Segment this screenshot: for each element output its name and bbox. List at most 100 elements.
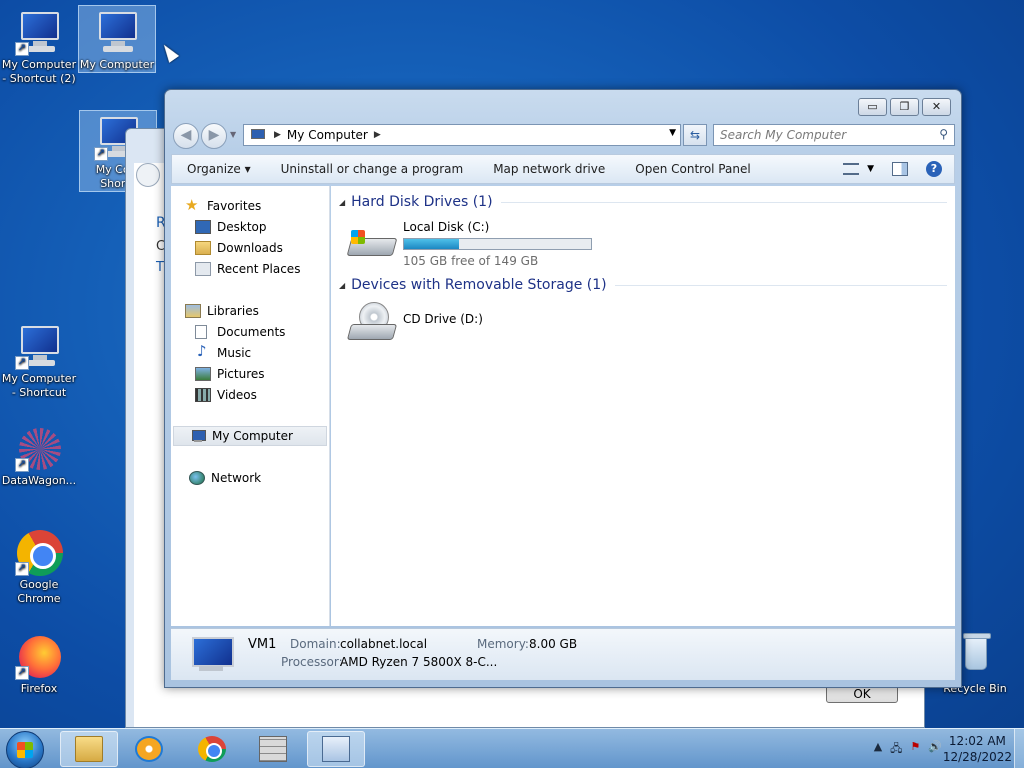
view-options-icon	[843, 163, 860, 175]
processor-value: AMD Ryzen 7 5800X 8-C...	[340, 655, 498, 669]
map-network-drive-button[interactable]: Map network drive	[478, 162, 620, 176]
action-center-icon[interactable]: ⚑	[910, 740, 920, 759]
address-dropdown-icon[interactable]: ▼	[669, 128, 676, 138]
nav-item-recent-places[interactable]: Recent Places	[195, 259, 300, 279]
memory-label: Memory:	[477, 637, 529, 651]
breadcrumb-separator-icon[interactable]: ▶	[274, 130, 281, 140]
explorer-window[interactable]: ▭ ❐ ✕ ◀ ▶ ▼ ▶ My Computer ▶ ▼ ⇆ Search M…	[164, 89, 962, 688]
drive-local-disk-c[interactable]: Local Disk (C:) 105 GB free of 149 GB	[346, 218, 592, 268]
desktop-icon-label: My Computer - Shortcut	[1, 372, 77, 399]
nav-item-my-computer[interactable]: My Computer	[173, 426, 327, 446]
computer-icon	[189, 635, 234, 675]
computer-icon	[190, 429, 206, 443]
nav-item-pictures[interactable]: Pictures	[195, 364, 265, 384]
nav-item-music[interactable]: Music	[195, 342, 251, 363]
desktop-icon	[195, 220, 211, 234]
domain-value: collabnet.local	[340, 637, 428, 651]
clock-time: 12:02 AM	[948, 734, 1006, 748]
nav-item-label: Pictures	[217, 367, 265, 381]
nav-item-network[interactable]: Network	[189, 468, 261, 488]
desktop-icon-google-chrome[interactable]: ↗ Google Chrome	[0, 526, 78, 606]
help-button[interactable]: ?	[926, 161, 942, 177]
drive-name: CD Drive (D:)	[403, 312, 483, 326]
forward-arrow-icon: ▶	[208, 127, 220, 143]
desktop-icon-my-computer-shortcut[interactable]: ↗ My Computer - Shortcut	[0, 320, 78, 400]
breadcrumb-my-computer[interactable]: My Computer	[287, 128, 368, 142]
back-button[interactable]	[136, 163, 160, 187]
drive-usage-bar	[403, 238, 592, 250]
nav-item-libraries[interactable]: Libraries	[185, 301, 259, 321]
folder-icon	[75, 736, 103, 762]
clock[interactable]: 12:02 AM 12/28/2022	[943, 733, 1012, 765]
drive-cd-d[interactable]: CD Drive (D:)	[346, 302, 483, 346]
search-icon[interactable]: ⚲	[939, 127, 948, 141]
preview-pane-button[interactable]	[892, 162, 908, 176]
taskbar-firewall[interactable]	[244, 731, 302, 767]
network-tray-icon[interactable]: 🖧	[890, 740, 902, 759]
uninstall-program-button[interactable]: Uninstall or change a program	[266, 162, 479, 176]
nav-item-desktop[interactable]: Desktop	[195, 217, 267, 237]
chrome-icon: ↗	[15, 528, 63, 576]
desktop-icon-label: My Computer - Shortcut (2)	[1, 58, 77, 85]
taskbar-media-player[interactable]	[120, 731, 178, 767]
mouse-cursor-icon	[158, 41, 180, 63]
computer-name: VM1	[248, 637, 277, 652]
maximize-button[interactable]: ❐	[890, 98, 919, 116]
collapse-triangle-icon[interactable]: ◢	[339, 198, 345, 207]
datawagon-icon: ↗	[15, 424, 63, 472]
nav-item-downloads[interactable]: Downloads	[195, 238, 283, 258]
desktop-icon-my-computer[interactable]: My Computer	[78, 5, 156, 73]
content-pane: ◢ Hard Disk Drives (1) Local Disk (C:) 1…	[331, 186, 955, 626]
document-icon	[195, 325, 207, 339]
system-info-icon	[322, 736, 350, 762]
nav-item-videos[interactable]: Videos	[195, 385, 257, 405]
taskbar-system-info[interactable]	[307, 731, 365, 767]
nav-item-label: My Computer	[212, 429, 293, 443]
open-control-panel-button[interactable]: Open Control Panel	[620, 162, 765, 176]
show-desktop-button[interactable]	[1014, 729, 1024, 768]
organize-button[interactable]: Organize ▾	[172, 162, 266, 176]
address-bar[interactable]: ▶ My Computer ▶ ▼	[243, 124, 681, 146]
navigation-bar: ◀ ▶ ▼ ▶ My Computer ▶ ▼ ⇆ Search My Comp…	[173, 122, 955, 149]
computer-icon	[250, 129, 265, 141]
nav-item-label: Favorites	[207, 199, 262, 213]
volume-icon[interactable]: 🔊	[928, 740, 942, 759]
refresh-button[interactable]: ⇆	[683, 124, 707, 146]
forward-button[interactable]: ▶	[201, 123, 227, 149]
music-note-icon	[195, 342, 211, 360]
show-hidden-icons-icon[interactable]: ▲	[874, 740, 882, 759]
chevron-down-icon: ▼	[867, 164, 874, 174]
details-pane: VM1 Domain: collabnet.local Memory: 8.00…	[171, 628, 955, 680]
group-header-removable-storage[interactable]: ◢ Devices with Removable Storage (1)	[339, 277, 947, 293]
desktop-icon-my-computer-shortcut-2[interactable]: ↗ My Computer - Shortcut (2)	[0, 6, 78, 86]
collapse-triangle-icon[interactable]: ◢	[339, 281, 345, 290]
group-title: Devices with Removable Storage (1)	[351, 277, 607, 293]
back-button[interactable]: ◀	[173, 123, 199, 149]
desktop-icon-firefox[interactable]: ↗ Firefox	[0, 630, 78, 696]
chrome-icon	[198, 736, 226, 762]
background-text: T	[156, 260, 164, 275]
group-header-hard-disk-drives[interactable]: ◢ Hard Disk Drives (1)	[339, 194, 947, 210]
nav-item-favorites[interactable]: Favorites	[185, 196, 261, 216]
desktop-icon-label: My Computer	[79, 58, 155, 71]
hard-drive-icon	[346, 230, 398, 258]
nav-item-label: Documents	[217, 325, 286, 339]
desktop-icon-label: DataWagon...	[1, 474, 77, 487]
nav-item-label: Desktop	[217, 220, 267, 234]
close-button[interactable]: ✕	[922, 98, 951, 116]
recent-pages-dropdown[interactable]: ▼	[230, 130, 236, 139]
search-input[interactable]: Search My Computer ⚲	[713, 124, 955, 146]
pictures-icon	[195, 367, 211, 381]
star-icon	[185, 196, 201, 214]
memory-value: 8.00 GB	[529, 637, 578, 651]
firewall-icon	[259, 736, 287, 762]
desktop-icon-datawagon[interactable]: ↗ DataWagon...	[0, 422, 78, 488]
clock-date: 12/28/2022	[942, 750, 1012, 764]
taskbar-chrome[interactable]	[183, 731, 241, 767]
minimize-button[interactable]: ▭	[858, 98, 887, 116]
taskbar-explorer[interactable]	[60, 731, 118, 767]
start-button[interactable]	[6, 731, 44, 768]
breadcrumb-separator-icon[interactable]: ▶	[374, 130, 381, 140]
nav-item-documents[interactable]: Documents	[195, 322, 285, 342]
change-view-button[interactable]: ▼	[843, 163, 874, 175]
